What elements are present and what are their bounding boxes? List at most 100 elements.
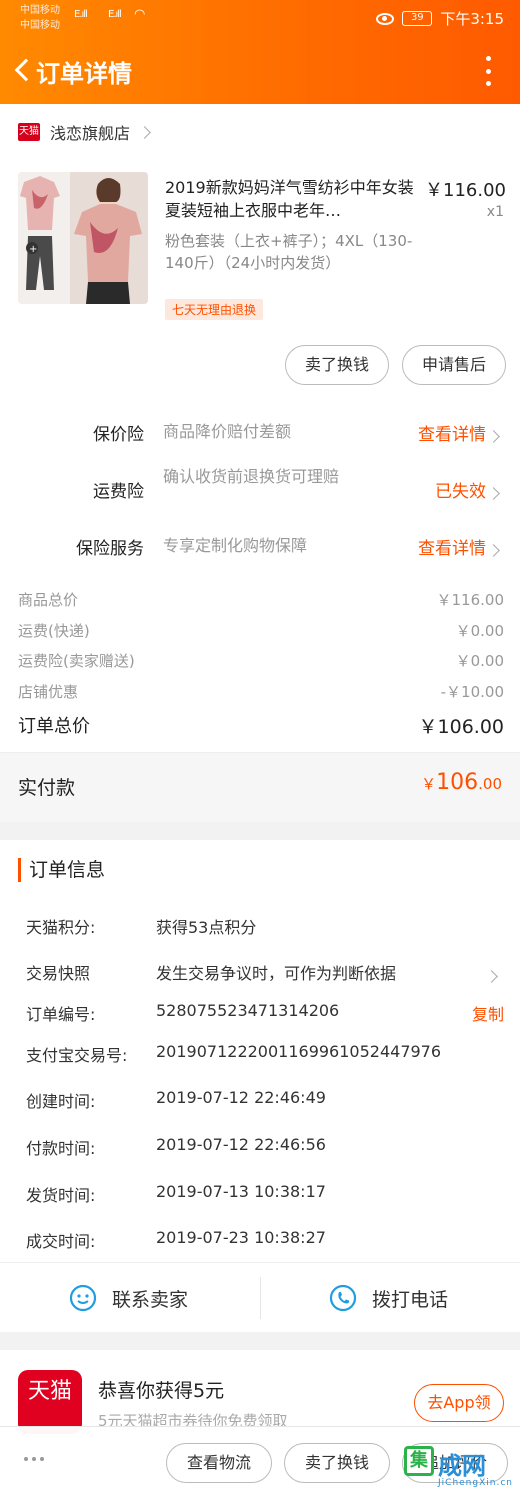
order-total-row: 订单总价 ￥106.00	[18, 712, 504, 738]
back-button[interactable]	[10, 54, 38, 86]
info-key: 订单编号:	[26, 1005, 96, 1024]
info-key: 付款时间:	[26, 1139, 96, 1158]
contact-bar: 联系卖家 拨打电话	[0, 1262, 520, 1332]
tmall-logo-icon: 天猫	[18, 1370, 82, 1434]
copy-button[interactable]: 复制	[472, 1001, 504, 1025]
info-value: 2019-07-13 10:38:17	[156, 1182, 326, 1201]
product-image-icon: +	[18, 172, 148, 304]
more-dot-icon	[485, 56, 491, 61]
info-value: 528075523471314206	[156, 1001, 340, 1020]
info-key: 天猫积分:	[26, 918, 96, 937]
paid-dec: .00	[478, 775, 502, 793]
info-key: 发货时间:	[26, 1186, 96, 1205]
product-price: ￥116.00	[425, 180, 506, 201]
more-dot-icon	[485, 81, 491, 86]
sell-button[interactable]: 卖了换钱	[285, 345, 389, 385]
service-desc: 确认收货前退换货可理赔	[163, 467, 340, 486]
service-desc: 商品降价赔付差额	[163, 422, 292, 441]
shop-name: 浅恋旗舰店	[50, 124, 131, 143]
fee-label: 运费险(卖家赠送)	[18, 652, 135, 670]
paid-value: ￥106.00	[421, 770, 502, 795]
info-value: 获得53点积分	[156, 918, 257, 937]
service-status: 已失效	[435, 482, 486, 502]
page-title: 订单详情	[36, 60, 132, 88]
signal-icon: E.ıll	[74, 9, 88, 20]
service-label: 运费险	[93, 482, 144, 502]
dot-icon	[24, 1457, 28, 1461]
watermark-subtext: JiChengXin.cn	[438, 1478, 513, 1488]
status-right: 39 下午3:15	[376, 8, 504, 29]
product-sku: 粉色套装（上衣+裤子）；4XL（130-140斤）（24小时内发货）	[165, 232, 413, 272]
more-dot-icon	[485, 68, 491, 74]
dot-icon	[32, 1457, 36, 1461]
battery-icon: 39	[402, 11, 433, 26]
chat-icon	[69, 1284, 97, 1312]
paid-int: 106	[436, 770, 479, 795]
app-header: 中国移动 中国移动 E.ıll E.ıll ◠ 39 下午3:15 订单详情	[0, 0, 520, 104]
chevron-right-icon	[138, 125, 151, 139]
fee-label: 店铺优惠	[18, 683, 79, 701]
fee-row: 运费(快递) ￥0.00	[18, 620, 504, 641]
dot-icon	[40, 1457, 44, 1461]
watermark: 集 成网 JiChengXin.cn	[404, 1442, 514, 1492]
call-phone-button[interactable]: 拨打电话	[328, 1283, 448, 1313]
fee-label: 运费(快递)	[18, 622, 90, 640]
call-phone-label: 拨打电话	[372, 1288, 449, 1311]
watermark-logo-icon: 集	[404, 1446, 434, 1476]
fee-value: ￥116.00	[436, 591, 505, 609]
svg-text:+: +	[29, 244, 37, 255]
info-value: 2019071222001169961052447976	[156, 1042, 442, 1061]
carrier-1: 中国移动	[20, 5, 60, 16]
fee-row: 运费险(卖家赠送) ￥0.00	[18, 650, 504, 671]
info-key: 成交时间:	[26, 1232, 96, 1251]
chevron-right-icon	[487, 540, 500, 560]
promo-title: 恭喜你获得5元	[98, 1380, 225, 1402]
after-sale-button[interactable]: 申请售后	[402, 345, 506, 385]
carrier-2: 中国移动	[20, 20, 60, 31]
info-value: 2019-07-23 10:38:27	[156, 1228, 326, 1247]
carrier-info: 中国移动 中国移动	[20, 3, 60, 33]
info-value: 发生交易争议时，可作为判断依据	[156, 964, 397, 983]
chevron-right-icon	[487, 426, 500, 446]
fee-value: ￥0.00	[455, 652, 504, 670]
fee-value: -￥10.00	[440, 683, 504, 701]
fee-row: 店铺优惠 -￥10.00	[18, 681, 504, 702]
service-label: 保险服务	[76, 539, 144, 559]
order-info-title: 订单信息	[18, 858, 105, 882]
fee-label: 商品总价	[18, 591, 79, 609]
paid-amount-bar: 实付款 ￥106.00	[0, 752, 520, 822]
nav-bar: 订单详情	[0, 44, 520, 96]
info-key: 支付宝交易号:	[26, 1046, 128, 1065]
service-action[interactable]: 查看详情	[418, 420, 486, 445]
chevron-right-icon	[485, 966, 498, 985]
fee-value: ￥0.00	[455, 622, 504, 640]
phone-icon	[329, 1284, 357, 1312]
shop-link[interactable]: 天猫 浅恋旗舰店	[18, 120, 151, 144]
service-row-price-protect[interactable]: 保价险 商品降价赔付差额 查看详情	[0, 420, 520, 446]
fee-row: 商品总价 ￥116.00	[18, 589, 504, 610]
signal-icon-2: E.ıll	[108, 9, 122, 20]
product-title[interactable]: 2019新款妈妈洋气雪纺衫中年女装夏装短袖上衣服中老年…	[165, 176, 417, 222]
clock: 下午3:15	[440, 10, 504, 28]
info-key: 创建时间:	[26, 1092, 96, 1111]
order-total-label: 订单总价	[18, 716, 90, 737]
view-logistics-button[interactable]: 查看物流	[166, 1443, 272, 1483]
tmall-icon: 天猫	[18, 123, 40, 141]
more-options-button[interactable]	[482, 56, 494, 86]
more-actions-button[interactable]	[24, 1457, 44, 1461]
info-key: 交易快照	[26, 964, 91, 983]
service-desc: 专享定制化购物保障	[163, 536, 308, 555]
info-value: 2019-07-12 22:46:49	[156, 1088, 326, 1107]
sell-button-bottom[interactable]: 卖了换钱	[284, 1443, 390, 1483]
product-thumbnail[interactable]: +	[18, 172, 148, 304]
status-bar: 中国移动 中国移动 E.ıll E.ıll ◠ 39 下午3:15	[0, 0, 520, 36]
service-row-shipping-insurance[interactable]: 运费险 确认收货前退换货可理赔 已失效	[0, 465, 520, 513]
wifi-icon: ◠	[134, 7, 145, 22]
service-label: 保价险	[93, 425, 144, 445]
claim-in-app-button[interactable]: 去App领	[414, 1384, 504, 1422]
divider	[260, 1277, 261, 1319]
service-row-insurance[interactable]: 保险服务 专享定制化购物保障 查看详情	[0, 534, 520, 560]
contact-seller-button[interactable]: 联系卖家	[68, 1283, 188, 1313]
paid-currency: ￥	[421, 775, 437, 793]
service-action[interactable]: 查看详情	[418, 534, 486, 559]
